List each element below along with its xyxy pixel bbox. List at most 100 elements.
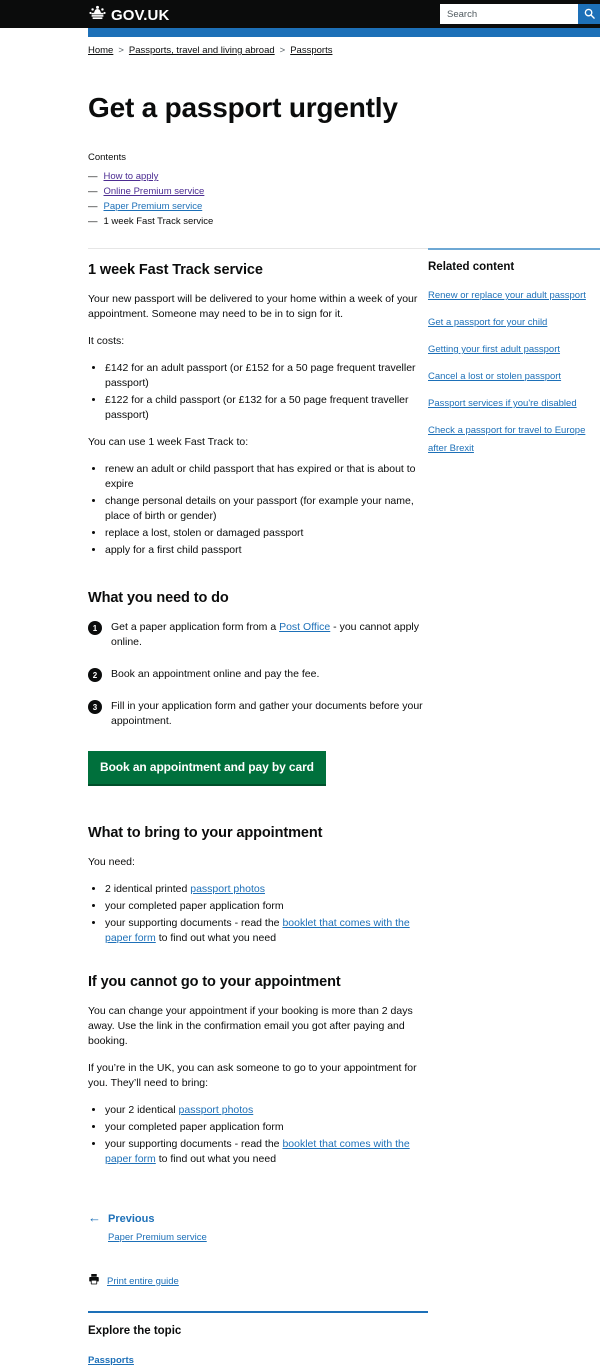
- related-content-title: Related content: [428, 261, 515, 273]
- search-button[interactable]: [578, 4, 600, 24]
- passport-photos-link[interactable]: passport photos: [190, 883, 265, 895]
- list-item: 2 identical printed passport photos: [105, 882, 428, 897]
- breadcrumb-separator: >: [279, 45, 286, 56]
- section-heading-what-to-bring: What to bring to your appointment: [88, 825, 323, 841]
- bring-label: You need:: [88, 856, 135, 868]
- related-link-passport-services-disabled[interactable]: Passport services if you're disabled: [428, 398, 577, 409]
- list-item: change personal details on your passport…: [105, 494, 428, 524]
- dash-marker: —: [88, 216, 98, 227]
- item-text-before: your 2 identical: [105, 1104, 179, 1116]
- step-number-badge: 3: [88, 700, 102, 714]
- previous-page-link[interactable]: ← Previous: [88, 1211, 428, 1226]
- step-number-badge: 2: [88, 668, 102, 682]
- post-office-link[interactable]: Post Office: [279, 621, 330, 633]
- breadcrumb-separator: >: [118, 45, 124, 56]
- list-item: 3 Fill in your application form and gath…: [88, 699, 428, 729]
- dash-marker: —: [88, 171, 98, 182]
- costs-label: It costs:: [88, 335, 125, 347]
- contents-link-online-premium-service[interactable]: Online Premium service: [104, 184, 205, 199]
- related-content-sidebar: Related content Renew or replace your ad…: [428, 248, 600, 465]
- govuk-logo-text: GOV.UK: [111, 6, 170, 24]
- breadcrumb-item-home[interactable]: Home: [88, 45, 113, 56]
- item-text-after: to find out what you need: [155, 1153, 277, 1165]
- cannot-go-list: your 2 identical passport photos your co…: [88, 1103, 428, 1167]
- previous-page-title: Paper Premium service: [108, 1227, 428, 1245]
- contents-link-paper-premium-service[interactable]: Paper Premium service: [104, 199, 203, 214]
- step-text: Fill in your application form and gather…: [111, 700, 423, 727]
- list-item[interactable]: Passports: [88, 1350, 428, 1368]
- section-heading-fast-track: 1 week Fast Track service: [88, 262, 263, 278]
- list-item: your completed paper application form: [105, 1120, 428, 1135]
- book-appointment-button[interactable]: Book an appointment and pay by card: [88, 751, 326, 786]
- list-item[interactable]: Passport services if you're disabled: [428, 393, 600, 411]
- breadcrumb-item-passports[interactable]: Passports: [290, 45, 332, 56]
- related-link-cancel-lost-stolen-passport[interactable]: Cancel a lost or stolen passport: [428, 371, 561, 382]
- passport-photos-link[interactable]: passport photos: [179, 1104, 254, 1116]
- explore-the-topic-section: Explore the topic Passports: [88, 1311, 428, 1368]
- page-title: Get a passport urgently: [88, 92, 398, 123]
- cannot-go-paragraph-2: If you’re in the UK, you can ask someone…: [88, 1062, 417, 1089]
- list-item: 2 Book an appointment online and pay the…: [88, 667, 428, 682]
- print-guide-row: Print entire guide: [88, 1272, 428, 1290]
- section-heading-what-you-need-to-do: What you need to do: [88, 590, 229, 606]
- list-item: your completed paper application form: [105, 899, 428, 914]
- crown-icon: [88, 5, 107, 25]
- explore-heading: Explore the topic: [88, 1325, 182, 1337]
- search-container: [440, 4, 600, 24]
- list-item: replace a lost, stolen or damaged passpo…: [105, 526, 428, 541]
- cannot-go-paragraph-1: You can change your appointment if your …: [88, 1005, 413, 1047]
- previous-label: Previous: [108, 1213, 155, 1225]
- step-text-before: Get a paper application form from a: [111, 621, 280, 633]
- search-input[interactable]: [440, 4, 578, 24]
- list-item[interactable]: Cancel a lost or stolen passport: [428, 366, 600, 384]
- list-item: your 2 identical passport photos: [105, 1103, 428, 1118]
- list-item: your supporting documents - read the boo…: [105, 916, 428, 946]
- list-item[interactable]: Check a passport for travel to Europe af…: [428, 420, 600, 456]
- list-item[interactable]: Getting your first adult passport: [428, 339, 600, 357]
- related-link-renew-replace-adult-passport[interactable]: Renew or replace your adult passport: [428, 290, 586, 301]
- explore-link-passports[interactable]: Passports: [88, 1355, 134, 1366]
- list-item: £122 for a child passport (or £132 for a…: [105, 393, 428, 423]
- guide-pagination: ← Previous Paper Premium service: [88, 1211, 428, 1245]
- contents-current-page-label: 1 week Fast Track service: [103, 216, 214, 227]
- dash-marker: —: [88, 186, 98, 197]
- govuk-logo-link[interactable]: GOV.UK: [88, 5, 169, 25]
- list-item[interactable]: Get a passport for your child: [428, 312, 600, 330]
- bring-list: 2 identical printed passport photos your…: [88, 882, 428, 946]
- breadcrumb: Home > Passports, travel and living abroad…: [88, 37, 600, 58]
- list-item: 1 Get a paper application form from a Po…: [88, 620, 428, 650]
- uses-label: You can use 1 week Fast Track to:: [88, 436, 249, 448]
- header-blue-bar: [0, 28, 600, 37]
- uses-list: renew an adult or child passport that ha…: [88, 462, 428, 558]
- item-text-before: your supporting documents - read the: [105, 1138, 283, 1150]
- contents-link-how-to-apply[interactable]: How to apply: [104, 169, 159, 184]
- item-text-after: to find out what you need: [155, 932, 277, 944]
- step-text: Get a paper application form from a Post…: [111, 620, 428, 650]
- steps-list: 1 Get a paper application form from a Po…: [88, 620, 428, 729]
- site-header: GOV.UK: [0, 0, 600, 28]
- step-number-badge: 1: [88, 621, 102, 635]
- intro-paragraph: Your new passport will be delivered to y…: [88, 293, 418, 320]
- sidebar-divider: [428, 248, 600, 250]
- contents-label: Contents: [88, 152, 127, 163]
- breadcrumb-item-passports-travel[interactable]: Passports, travel and living abroad: [129, 45, 275, 56]
- contents-nav: Contents — How to apply — Online Premium…: [88, 151, 600, 229]
- item-text-before: your supporting documents - read the: [105, 917, 283, 929]
- previous-page-title-link[interactable]: Paper Premium service: [108, 1232, 207, 1243]
- related-link-first-adult-passport[interactable]: Getting your first adult passport: [428, 344, 560, 355]
- related-link-check-passport-europe-brexit[interactable]: Check a passport for travel to Europe af…: [428, 425, 585, 454]
- arrow-left-icon: ←: [88, 1210, 101, 1225]
- section-heading-cannot-go: If you cannot go to your appointment: [88, 974, 341, 990]
- search-icon: [584, 7, 595, 22]
- list-item[interactable]: Renew or replace your adult passport: [428, 285, 600, 303]
- printer-icon: [88, 1272, 100, 1290]
- print-entire-guide-link[interactable]: Print entire guide: [107, 1276, 179, 1287]
- list-item: your supporting documents - read the boo…: [105, 1137, 428, 1167]
- contents-item-how-to-apply[interactable]: — How to apply: [88, 169, 600, 184]
- list-item: £142 for an adult passport (or £152 for …: [105, 361, 428, 391]
- contents-item-fast-track: — 1 week Fast Track service: [88, 214, 600, 229]
- contents-item-paper-premium[interactable]: — Paper Premium service: [88, 199, 600, 214]
- main-divider: [88, 248, 428, 249]
- contents-item-online-premium[interactable]: — Online Premium service: [88, 184, 600, 199]
- related-link-passport-for-child[interactable]: Get a passport for your child: [428, 317, 547, 328]
